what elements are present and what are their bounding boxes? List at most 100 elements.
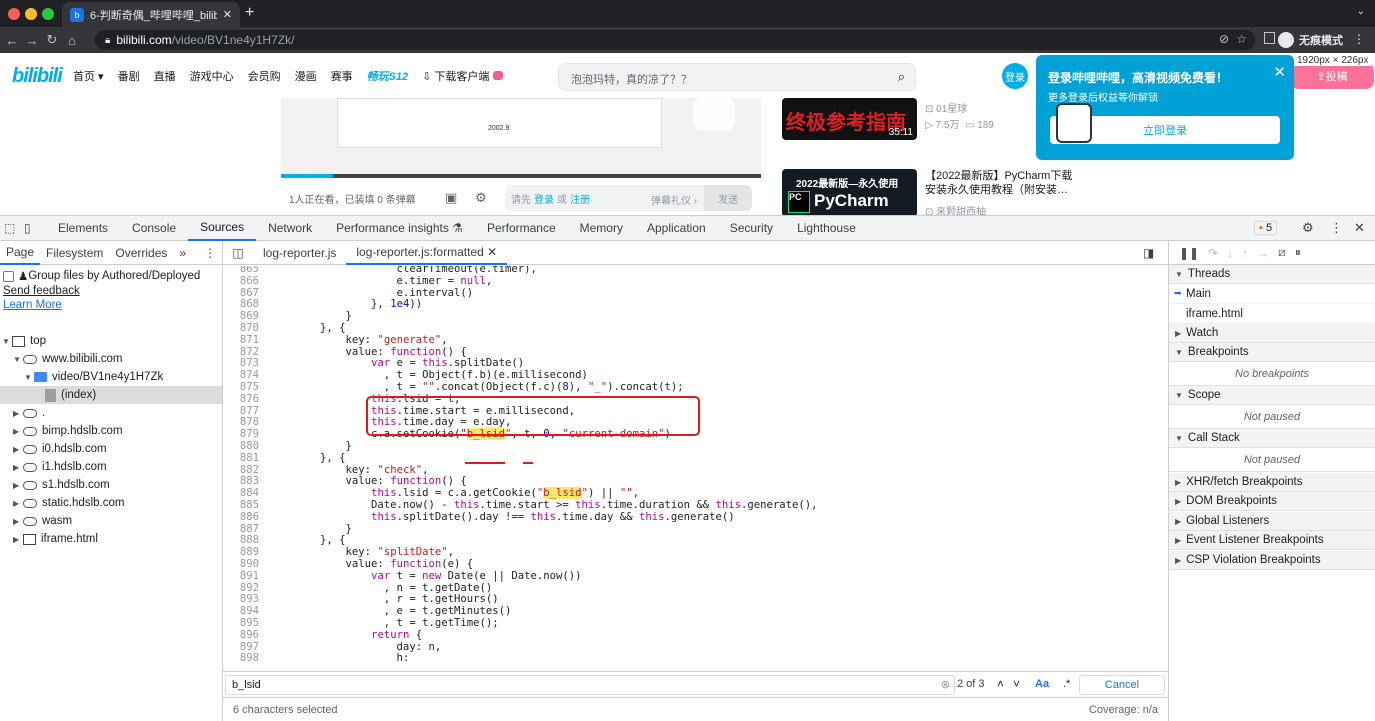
line-number[interactable]: 891: [223, 570, 259, 583]
tab-sources[interactable]: Sources: [188, 216, 257, 241]
section-watch[interactable]: ▶ Watch: [1169, 324, 1375, 343]
step-out-icon[interactable]: ↑: [1242, 246, 1248, 260]
thread-main[interactable]: ➡ Main: [1169, 284, 1375, 304]
tree-item[interactable]: ▶.: [0, 404, 222, 422]
section-xhr-breakpoints[interactable]: ▶ XHR/fetch Breakpoints: [1169, 473, 1375, 492]
maximize-window-button[interactable]: [42, 8, 54, 20]
section-threads[interactable]: ▼ Threads: [1169, 265, 1375, 284]
play-icon[interactable]: [693, 98, 735, 130]
issues-badge[interactable]: ▪ 5: [1254, 221, 1278, 235]
tab-network[interactable]: Network: [256, 216, 324, 241]
tab-performance-insights[interactable]: Performance insights ⚗: [324, 216, 475, 241]
upload-button[interactable]: ⇪ 投稿: [1290, 63, 1374, 89]
find-input[interactable]: b_lsid ⊗: [225, 675, 955, 695]
danmaku-input[interactable]: 请先 登录 或 注册 弹幕礼仪 › 发送: [505, 185, 752, 211]
more-options-icon[interactable]: ⋮: [1330, 220, 1343, 236]
expanded-arrow-icon[interactable]: ▼: [24, 373, 34, 382]
code-view[interactable]: 865 clearTimeout(e.timer), 866 e.timer = …: [223, 266, 1168, 661]
collapsed-arrow-icon[interactable]: ▶: [13, 517, 23, 526]
next-match-icon[interactable]: ˅: [1013, 677, 1020, 691]
checkbox[interactable]: [3, 270, 14, 282]
tab-search-icon[interactable]: ⌄: [1357, 6, 1365, 17]
nav-tab-page[interactable]: Page: [0, 241, 41, 265]
up-name[interactable]: ⊡ 01星球: [925, 100, 967, 115]
inspect-element-icon[interactable]: ⬚: [4, 221, 24, 235]
code-line[interactable]: 868 }, 1e4)): [223, 298, 1168, 311]
home-icon[interactable]: ⌂: [62, 33, 82, 48]
back-icon[interactable]: ←: [2, 33, 22, 48]
code-line[interactable]: 880 }: [223, 440, 1168, 453]
dm-login-link[interactable]: 登录: [534, 191, 554, 206]
login-avatar[interactable]: 登录: [1002, 63, 1028, 89]
nav-tab-overrides[interactable]: Overrides: [109, 246, 173, 260]
recommend-card[interactable]: 2022最新版—永久使用 PC PyCharm 【2022最新版】PyCharm…: [782, 169, 1082, 215]
close-window-button[interactable]: [8, 8, 20, 20]
section-call-stack[interactable]: ▼ Call Stack: [1169, 429, 1375, 448]
navigator-menu-icon[interactable]: ⋮: [198, 246, 222, 260]
regex-toggle[interactable]: .*: [1063, 678, 1070, 690]
code-line[interactable]: 869 }: [223, 310, 1168, 323]
section-event-listener-breakpoints[interactable]: ▶ Event Listener Breakpoints: [1169, 531, 1375, 550]
clear-search-icon[interactable]: ⊗: [941, 678, 950, 691]
tree-item[interactable]: ▶ s1.hdslb.com: [0, 476, 222, 494]
editor-tab-formatted[interactable]: log-reporter.js:formatted ✕: [346, 241, 508, 265]
tab-memory[interactable]: Memory: [568, 216, 635, 241]
tab-lighthouse[interactable]: Lighthouse: [785, 216, 868, 241]
bilibili-logo[interactable]: bilibili: [12, 65, 63, 88]
eye-off-icon[interactable]: ⊘: [1219, 32, 1229, 46]
video-progress-bar[interactable]: [281, 174, 761, 178]
nav-anime[interactable]: 番剧: [118, 68, 140, 84]
code-line[interactable]: 887 }: [223, 523, 1168, 536]
up-name[interactable]: ⊡ 来颗甜西柚: [925, 203, 986, 215]
settings-gear-icon[interactable]: ⚙: [1302, 220, 1314, 236]
expanded-arrow-icon[interactable]: ▼: [2, 337, 12, 346]
tab-application[interactable]: Application: [635, 216, 718, 241]
video-title[interactable]: 【2022最新版】PyCharm下载安装永久使用教程（附安装…: [925, 169, 1075, 197]
bookmark-star-icon[interactable]: ☆: [1236, 32, 1247, 46]
search-icon[interactable]: ⌕: [898, 69, 905, 85]
thread-iframe[interactable]: iframe.html: [1169, 304, 1375, 324]
site-search-input[interactable]: 泡泡玛特，真的凉了？？ ⌕: [558, 63, 916, 91]
side-panel-icon[interactable]: [1264, 32, 1275, 44]
tree-item[interactable]: (index): [0, 386, 222, 404]
toggle-debugger-icon[interactable]: ◨: [1143, 246, 1154, 260]
pause-on-exceptions-icon[interactable]: ⏸: [1295, 245, 1301, 260]
tree-item[interactable]: ▶ bimp.hdslb.com: [0, 422, 222, 440]
device-toolbar-icon[interactable]: ▯: [24, 221, 46, 235]
code-line[interactable]: 898 h:: [223, 652, 1168, 661]
tab-security[interactable]: Security: [718, 216, 785, 241]
dm-register-link[interactable]: 注册: [570, 191, 590, 206]
tree-item[interactable]: ▼ top: [0, 332, 222, 350]
nav-live[interactable]: 直播: [154, 68, 176, 84]
code-line[interactable]: 886 this.splitDate().day !== this.time.d…: [223, 511, 1168, 524]
nav-tab-filesystem[interactable]: Filesystem: [40, 246, 109, 260]
cancel-search-button[interactable]: Cancel: [1079, 675, 1165, 695]
danmaku-settings-icon[interactable]: ⚙: [475, 190, 487, 206]
nav-s12[interactable]: 畅玩S12: [367, 68, 409, 84]
close-tab-icon[interactable]: ✕: [223, 8, 232, 21]
line-number[interactable]: 886: [223, 511, 259, 524]
address-bar[interactable]: 🔒︎ bilibili.com/video/BV1ne4y1H7Zk/ ⊘ ☆: [95, 30, 1255, 50]
dm-send-button[interactable]: 发送: [704, 185, 752, 211]
step-over-icon[interactable]: ↷: [1208, 246, 1218, 260]
section-scope[interactable]: ▼ Scope: [1169, 386, 1375, 405]
section-breakpoints[interactable]: ▼ Breakpoints: [1169, 343, 1375, 362]
forward-icon[interactable]: →: [22, 33, 42, 48]
step-into-icon[interactable]: ↓: [1227, 246, 1233, 260]
nav-comic[interactable]: 漫画: [295, 68, 317, 84]
nav-match[interactable]: 赛事: [331, 68, 353, 84]
collapsed-arrow-icon[interactable]: ▶: [13, 463, 23, 472]
tab-elements[interactable]: Elements: [46, 216, 120, 241]
tree-item[interactable]: ▼ www.bilibili.com: [0, 350, 222, 368]
video-player[interactable]: 2002.9: [281, 98, 761, 178]
video-thumbnail[interactable]: 终极参考指南 35:11: [782, 98, 917, 140]
section-dom-breakpoints[interactable]: ▶ DOM Breakpoints: [1169, 492, 1375, 511]
deactivate-breakpoints-icon[interactable]: ⧄: [1278, 245, 1286, 260]
section-global-listeners[interactable]: ▶ Global Listeners: [1169, 512, 1375, 531]
toggle-navigator-icon[interactable]: ◫: [223, 246, 253, 260]
nav-shop[interactable]: 会员购: [248, 68, 281, 84]
tree-item[interactable]: ▶ iframe.html: [0, 530, 222, 548]
tree-item[interactable]: ▶ wasm: [0, 512, 222, 530]
tree-item[interactable]: ▶ i1.hdslb.com: [0, 458, 222, 476]
line-number[interactable]: 876: [223, 393, 259, 406]
